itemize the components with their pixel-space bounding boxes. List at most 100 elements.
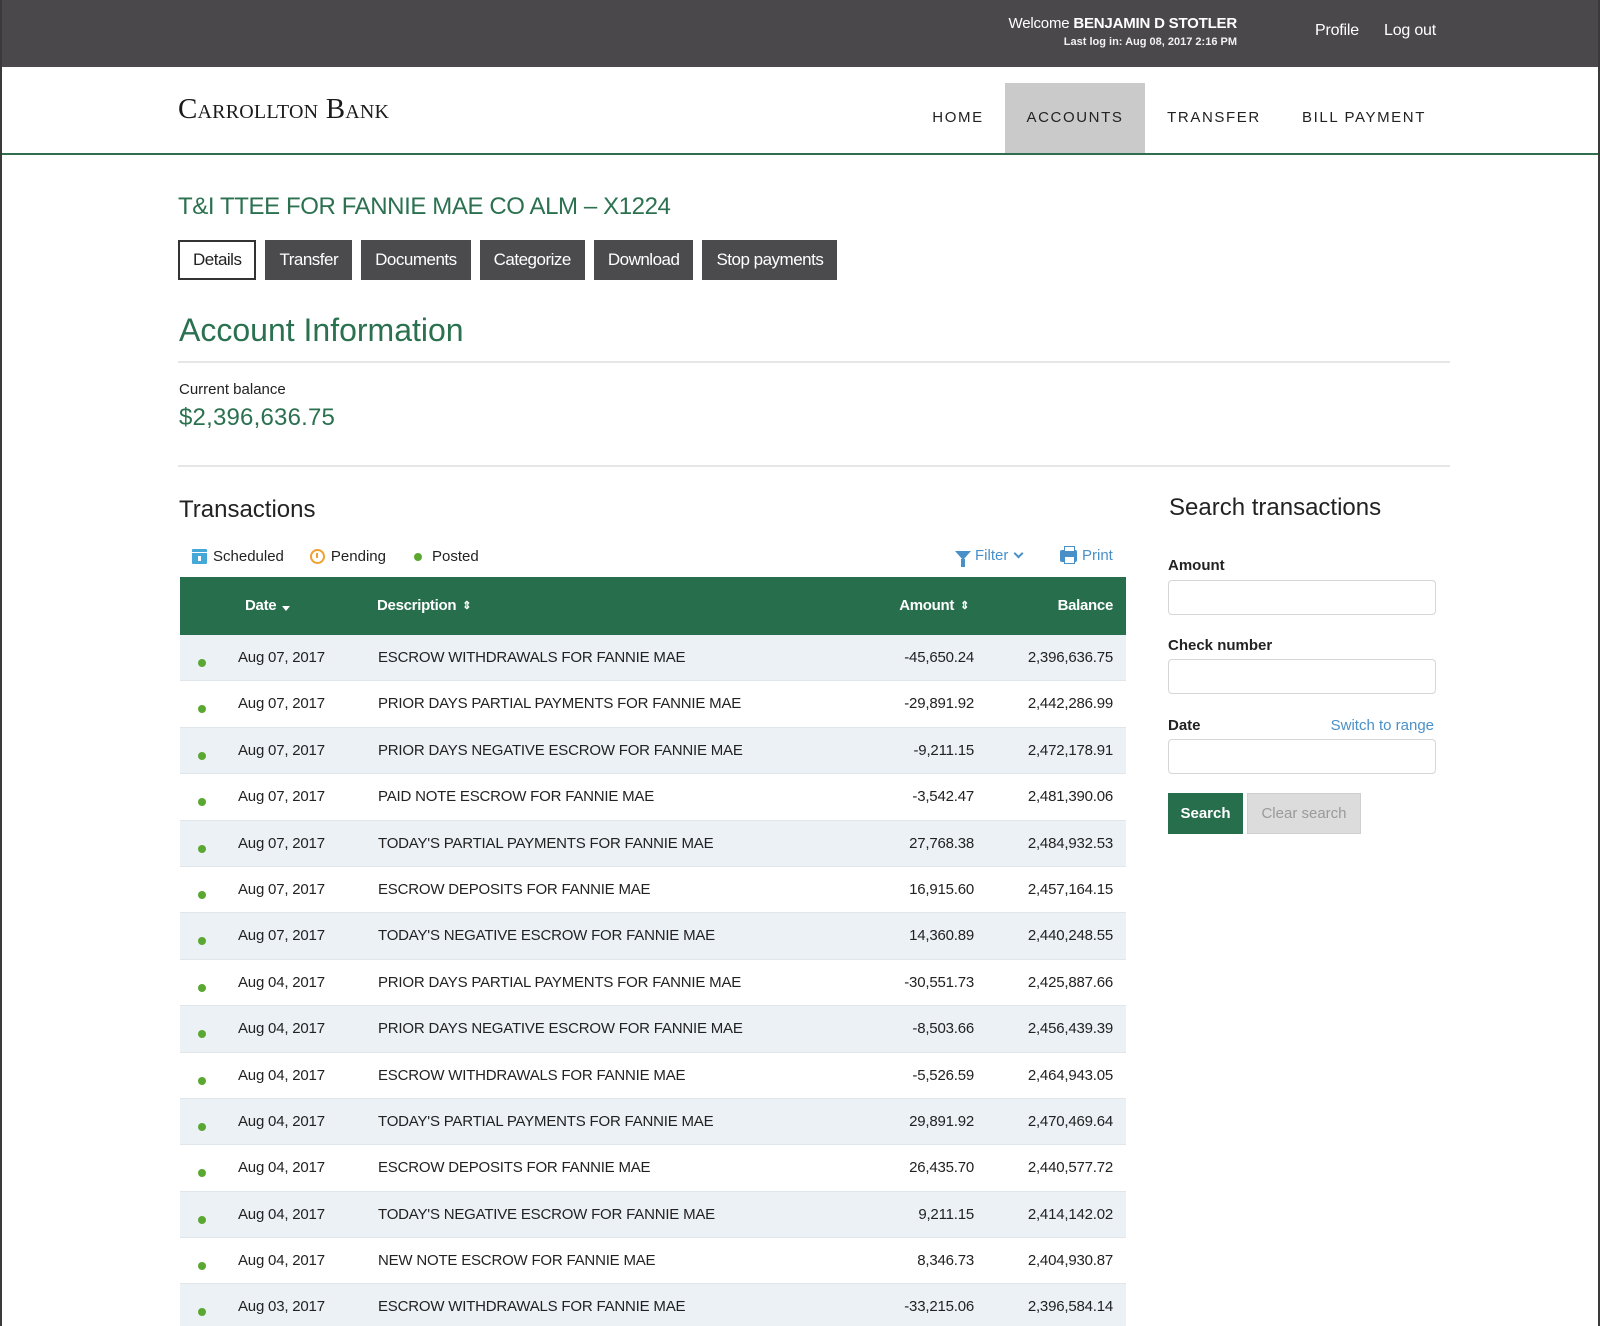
- nav-bill-payment[interactable]: BILL PAYMENT: [1292, 83, 1436, 153]
- column-header-description[interactable]: Description ⇕: [377, 577, 471, 635]
- tab-details[interactable]: Details: [178, 240, 257, 280]
- current-balance-label: Current balance: [179, 381, 286, 398]
- row-date: Aug 07, 2017: [238, 649, 325, 666]
- row-description: TODAY'S NEGATIVE ESCROW FOR FANNIE MAE: [378, 1205, 715, 1223]
- table-row[interactable]: Aug 04, 2017 PRIOR DAYS PARTIAL PAYMENTS …: [180, 959, 1126, 1007]
- tab-stop-payments[interactable]: Stop payments: [702, 240, 838, 280]
- table-row[interactable]: Aug 07, 2017 PRIOR DAYS PARTIAL PAYMENTS …: [180, 681, 1126, 728]
- sort-icon: ⇕: [960, 600, 969, 612]
- table-row[interactable]: Aug 07, 2017 ESCROW WITHDRAWALS FOR FANNI…: [180, 635, 1126, 682]
- transactions-table: Date Description ⇕ Amount ⇕ Balance Aug 07…: [180, 577, 1126, 1326]
- row-balance: 2,442,286.99: [1027, 695, 1113, 713]
- row-description: PRIOR DAYS PARTIAL PAYMENTS FOR FANNIE M…: [378, 973, 742, 991]
- row-date: Aug 04, 2017: [238, 1112, 325, 1130]
- row-amount: -8,503.66: [912, 1020, 974, 1038]
- legend-scheduled: Scheduled: [192, 548, 284, 565]
- tab-categorize[interactable]: Categorize: [479, 240, 585, 280]
- row-description: ESCROW WITHDRAWALS FOR FANNIE MAE: [378, 1066, 686, 1084]
- legend-pending-label: Pending: [330, 548, 386, 565]
- row-balance: 2,456,439.39: [1027, 1020, 1113, 1038]
- row-date: Aug 07, 2017: [238, 834, 325, 852]
- row-description: ESCROW WITHDRAWALS FOR FANNIE MAE: [378, 649, 686, 666]
- table-row[interactable]: Aug 03, 2017 ESCROW WITHDRAWALS FOR FANNI…: [180, 1284, 1126, 1326]
- row-description: ESCROW DEPOSITS FOR FANNIE MAE: [378, 880, 651, 898]
- amount-input[interactable]: [1168, 580, 1436, 615]
- table-row[interactable]: Aug 04, 2017 ESCROW DEPOSITS FOR FANNIE M…: [180, 1145, 1126, 1192]
- funnel-icon: [955, 551, 971, 567]
- profile-link[interactable]: Profile: [1315, 22, 1359, 40]
- row-balance: 2,396,584.14: [1027, 1298, 1113, 1316]
- column-header-date[interactable]: Date: [245, 577, 291, 635]
- posted-status-icon: [198, 979, 206, 996]
- table-header: Date Description ⇕ Amount ⇕ Balance: [180, 577, 1126, 635]
- chevron-down-icon: [1013, 548, 1024, 559]
- legend-posted: Posted: [412, 548, 479, 565]
- row-description: TODAY'S NEGATIVE ESCROW FOR FANNIE MAE: [378, 927, 715, 945]
- posted-status-icon: [198, 932, 206, 949]
- row-date: Aug 04, 2017: [238, 1066, 325, 1084]
- row-description: PAID NOTE ESCROW FOR FANNIE MAE: [378, 788, 655, 806]
- table-row[interactable]: Aug 07, 2017 PAID NOTE ESCROW FOR FANNIE …: [180, 774, 1126, 821]
- clock-icon: [309, 549, 325, 564]
- row-date: Aug 07, 2017: [238, 880, 325, 898]
- table-row[interactable]: Aug 07, 2017 PRIOR DAYS NEGATIVE ESCROW F…: [180, 727, 1126, 775]
- account-title: T&I TTEE FOR FANNIE MAE CO ALM – X1224: [178, 193, 671, 220]
- switch-to-range-link[interactable]: Switch to range: [1331, 717, 1434, 734]
- posted-status-icon: [198, 793, 206, 810]
- site-header: Carrollton Bank HOME ACCOUNTS TRANSFER B…: [2, 67, 1598, 155]
- row-date: Aug 07, 2017: [238, 695, 325, 713]
- transactions-heading: Transactions: [179, 496, 316, 523]
- column-header-amount[interactable]: Amount ⇕: [899, 577, 969, 635]
- row-amount: 26,435.70: [909, 1159, 974, 1177]
- divider: [178, 465, 1450, 467]
- row-date: Aug 03, 2017: [238, 1298, 325, 1316]
- row-description: ESCROW DEPOSITS FOR FANNIE MAE: [378, 1159, 651, 1177]
- nav-transfer[interactable]: TRANSFER: [1158, 83, 1270, 153]
- row-balance: 2,470,469.64: [1027, 1112, 1113, 1130]
- search-button[interactable]: Search: [1168, 793, 1243, 834]
- row-date: Aug 07, 2017: [238, 788, 325, 806]
- row-amount: -45,650.24: [904, 649, 974, 666]
- row-balance: 2,472,178.91: [1027, 741, 1113, 759]
- table-row[interactable]: Aug 04, 2017 TODAY'S PARTIAL PAYMENTS FOR…: [180, 1098, 1126, 1146]
- row-amount: -29,891.92: [904, 695, 974, 713]
- check-number-input[interactable]: [1168, 659, 1436, 694]
- tab-documents[interactable]: Documents: [361, 240, 471, 280]
- row-description: PRIOR DAYS PARTIAL PAYMENTS FOR FANNIE M…: [378, 695, 742, 713]
- posted-status-icon: [198, 840, 206, 857]
- row-balance: 2,440,248.55: [1027, 927, 1113, 945]
- nav-home[interactable]: HOME: [910, 83, 1006, 153]
- row-date: Aug 04, 2017: [238, 973, 325, 991]
- table-row[interactable]: Aug 04, 2017 PRIOR DAYS NEGATIVE ESCROW F…: [180, 1006, 1126, 1053]
- row-balance: 2,440,577.72: [1027, 1159, 1113, 1177]
- row-date: Aug 04, 2017: [238, 1020, 325, 1038]
- filter-button[interactable]: Filter: [955, 547, 1024, 567]
- table-row[interactable]: Aug 04, 2017 TODAY'S NEGATIVE ESCROW FOR …: [180, 1191, 1126, 1239]
- filter-label: Filter: [975, 547, 1009, 564]
- table-row[interactable]: Aug 07, 2017 ESCROW DEPOSITS FOR FANNIE M…: [180, 866, 1126, 914]
- table-row[interactable]: Aug 07, 2017 TODAY'S NEGATIVE ESCROW FOR …: [180, 913, 1126, 960]
- legend-posted-label: Posted: [431, 548, 479, 565]
- logout-link[interactable]: Log out: [1384, 22, 1436, 40]
- account-tabs: Details Transfer Documents Categorize Do…: [178, 240, 838, 280]
- table-row[interactable]: Aug 04, 2017 ESCROW WITHDRAWALS FOR FANNI…: [180, 1052, 1126, 1099]
- date-input[interactable]: [1168, 739, 1436, 774]
- clear-search-button[interactable]: Clear search: [1247, 793, 1361, 834]
- row-amount: 8,346.73: [917, 1252, 974, 1270]
- posted-status-icon: [198, 747, 206, 764]
- row-balance: 2,425,887.66: [1027, 973, 1113, 991]
- table-body: Aug 07, 2017 ESCROW WITHDRAWALS FOR FANNI…: [180, 635, 1126, 1326]
- tab-transfer[interactable]: Transfer: [265, 240, 353, 280]
- row-date: Aug 04, 2017: [238, 1252, 325, 1270]
- row-balance: 2,484,932.53: [1027, 834, 1113, 852]
- nav-accounts[interactable]: ACCOUNTS: [1005, 83, 1145, 153]
- tab-download[interactable]: Download: [593, 240, 694, 280]
- print-button[interactable]: Print: [1060, 545, 1113, 564]
- row-date: Aug 04, 2017: [238, 1205, 325, 1223]
- bank-logo[interactable]: Carrollton Bank: [178, 93, 389, 126]
- row-date: Aug 07, 2017: [238, 741, 325, 759]
- date-label: Date: [1168, 717, 1201, 734]
- table-row[interactable]: Aug 07, 2017 TODAY'S PARTIAL PAYMENTS FOR…: [180, 820, 1126, 867]
- current-balance-value: $2,396,636.75: [179, 404, 336, 431]
- table-row[interactable]: Aug 04, 2017 NEW NOTE ESCROW FOR FANNIE M…: [180, 1238, 1126, 1285]
